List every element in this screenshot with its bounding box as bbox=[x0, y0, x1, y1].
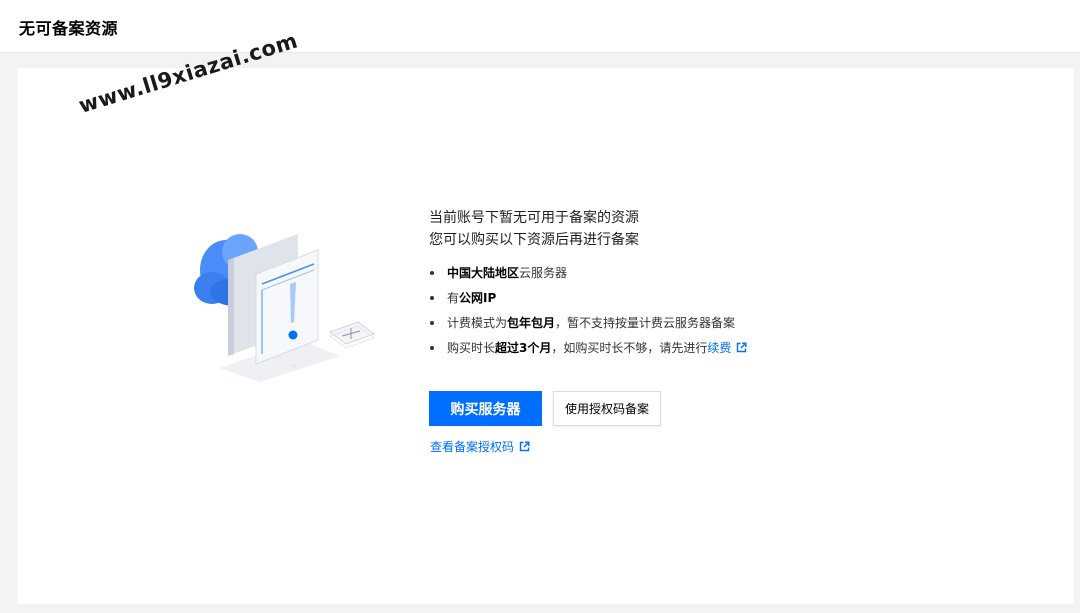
external-link-icon[interactable] bbox=[736, 342, 747, 353]
external-link-icon[interactable] bbox=[519, 441, 530, 452]
requirement-text: ，如购买时长不够，请先进行 bbox=[551, 341, 708, 355]
buy-server-button[interactable]: 购买服务器 bbox=[429, 391, 542, 426]
page-title: 无可备案资源 bbox=[19, 19, 119, 38]
requirements-list: 中国大陆地区云服务器 有公网IP 计费模式为包年包月，暂不支持按量计费云服务器备… bbox=[430, 264, 747, 364]
empty-state-illustration bbox=[194, 234, 376, 382]
empty-state-message: 当前账号下暂无可用于备案的资源 您可以购买以下资源后再进行备案 bbox=[429, 207, 639, 251]
view-auth-code-label[interactable]: 查看备案授权码 bbox=[430, 440, 514, 454]
renew-link[interactable]: 续费 bbox=[707, 341, 731, 355]
requirement-bold: 中国大陆地区 bbox=[447, 266, 520, 280]
requirement-bold: 公网IP bbox=[459, 291, 497, 305]
requirement-prefix: 购买时长 bbox=[447, 341, 496, 355]
headline-line-1: 当前账号下暂无可用于备案的资源 bbox=[429, 210, 639, 226]
page-header: 无可备案资源 bbox=[0, 0, 1080, 53]
requirement-text: ，暂不支持按量计费云服务器备案 bbox=[555, 316, 736, 330]
list-item: 购买时长超过3个月，如购买时长不够，请先进行续费 bbox=[430, 339, 747, 364]
list-item: 有公网IP bbox=[430, 289, 747, 314]
list-item: 中国大陆地区云服务器 bbox=[430, 264, 747, 289]
use-auth-code-button[interactable]: 使用授权码备案 bbox=[553, 391, 661, 426]
requirement-prefix: 有 bbox=[447, 291, 460, 305]
requirement-bold: 超过3个月 bbox=[495, 341, 552, 355]
headline-line-2: 您可以购买以下资源后再进行备案 bbox=[429, 232, 639, 248]
view-auth-code-link[interactable]: 查看备案授权码 bbox=[430, 438, 530, 455]
requirement-text: 云服务器 bbox=[519, 266, 568, 280]
requirement-prefix: 计费模式为 bbox=[447, 316, 508, 330]
plus-tile-icon bbox=[328, 321, 376, 349]
requirement-bold: 包年包月 bbox=[507, 316, 556, 330]
list-item: 计费模式为包年包月，暂不支持按量计费云服务器备案 bbox=[430, 314, 747, 339]
